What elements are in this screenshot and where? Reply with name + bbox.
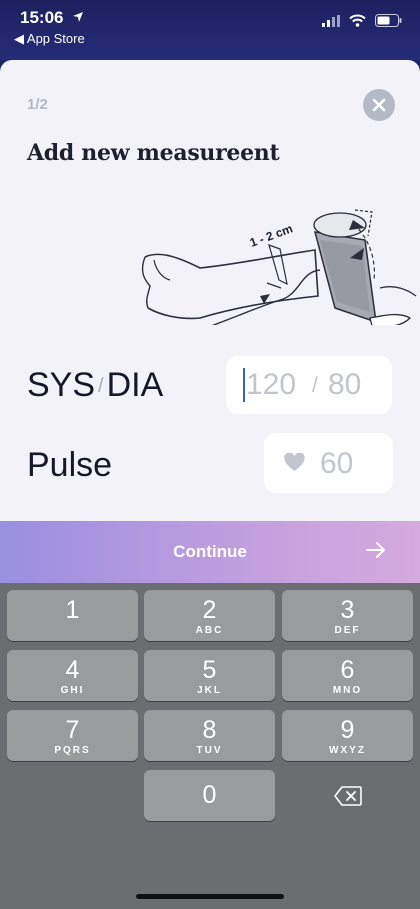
- dia-label: DIA: [106, 366, 164, 404]
- key-1[interactable]: 1: [7, 590, 138, 641]
- pulse-input-placeholder[interactable]: 60: [320, 447, 353, 481]
- key-letters: ABC: [195, 625, 224, 636]
- location-arrow-icon: [72, 10, 84, 28]
- key-digit: 0: [202, 781, 217, 809]
- key-letters: GHI: [60, 685, 85, 696]
- key-2[interactable]: 2 ABC: [144, 590, 275, 641]
- key-digit: 1: [65, 596, 80, 624]
- key-8[interactable]: 8 TUV: [144, 710, 275, 761]
- heart-icon: [284, 452, 305, 477]
- close-button[interactable]: [363, 89, 395, 121]
- pulse-label: Pulse: [27, 446, 113, 484]
- blood-pressure-input[interactable]: 120 / 80: [226, 356, 392, 414]
- status-icons: [322, 14, 402, 32]
- key-9[interactable]: 9 WXYZ: [282, 710, 413, 761]
- pulse-input[interactable]: 60: [264, 433, 393, 493]
- sysdia-label: SYS/DIA: [27, 366, 163, 405]
- wifi-icon: [349, 14, 366, 32]
- page-title: Add new measureent: [27, 140, 280, 166]
- sys-input-placeholder[interactable]: 120: [246, 368, 296, 402]
- back-to-app-store-link[interactable]: ◀ App Store: [14, 31, 85, 47]
- home-indicator[interactable]: [136, 894, 284, 899]
- key-digit: 9: [340, 716, 355, 744]
- key-letters: WXYZ: [329, 745, 366, 756]
- key-digit: 6: [340, 656, 355, 684]
- sysdia-separator: /: [98, 375, 104, 397]
- step-indicator: 1/2: [27, 96, 48, 113]
- delete-backspace-icon: [333, 785, 362, 806]
- numeric-keyboard: 1 2 ABC 3 DEF 4 GHI 5 JKL 6 MNO 7 PQRS 8…: [0, 583, 420, 909]
- status-time: 15:06: [20, 8, 64, 27]
- key-digit: 2: [202, 596, 217, 624]
- key-letters: JKL: [197, 685, 222, 696]
- key-7[interactable]: 7 PQRS: [7, 710, 138, 761]
- dia-input-placeholder[interactable]: 80: [328, 368, 361, 402]
- status-bar: 15:06 ◀ App Store: [0, 0, 420, 60]
- close-icon: [372, 98, 386, 112]
- continue-label: Continue: [173, 542, 247, 561]
- key-4[interactable]: 4 GHI: [7, 650, 138, 701]
- key-digit: 8: [202, 716, 217, 744]
- bp-slash: /: [312, 374, 318, 397]
- key-digit: 5: [202, 656, 217, 684]
- sys-label: SYS: [27, 366, 96, 404]
- key-6[interactable]: 6 MNO: [282, 650, 413, 701]
- continue-button[interactable]: Continue: [0, 521, 420, 583]
- cellular-signal-icon: [322, 14, 340, 32]
- blood-pressure-cuff-illustration: 1 - 2 cm: [141, 209, 417, 325]
- key-letters: MNO: [332, 685, 363, 696]
- measurement-sheet: 1/2 Add new measureent 1 - 2 cm SYS/DIA: [0, 60, 420, 522]
- key-letters: DEF: [334, 625, 361, 636]
- key-letters: TUV: [196, 745, 223, 756]
- arrow-right-icon: [366, 541, 386, 564]
- key-5[interactable]: 5 JKL: [144, 650, 275, 701]
- key-digit: 4: [65, 656, 80, 684]
- key-0[interactable]: 0: [144, 770, 275, 821]
- key-letters: PQRS: [54, 745, 91, 756]
- key-digit: 3: [340, 596, 355, 624]
- text-caret: [243, 368, 245, 402]
- key-3[interactable]: 3 DEF: [282, 590, 413, 641]
- delete-button[interactable]: [282, 770, 413, 821]
- key-digit: 7: [65, 716, 80, 744]
- battery-icon: [375, 14, 402, 32]
